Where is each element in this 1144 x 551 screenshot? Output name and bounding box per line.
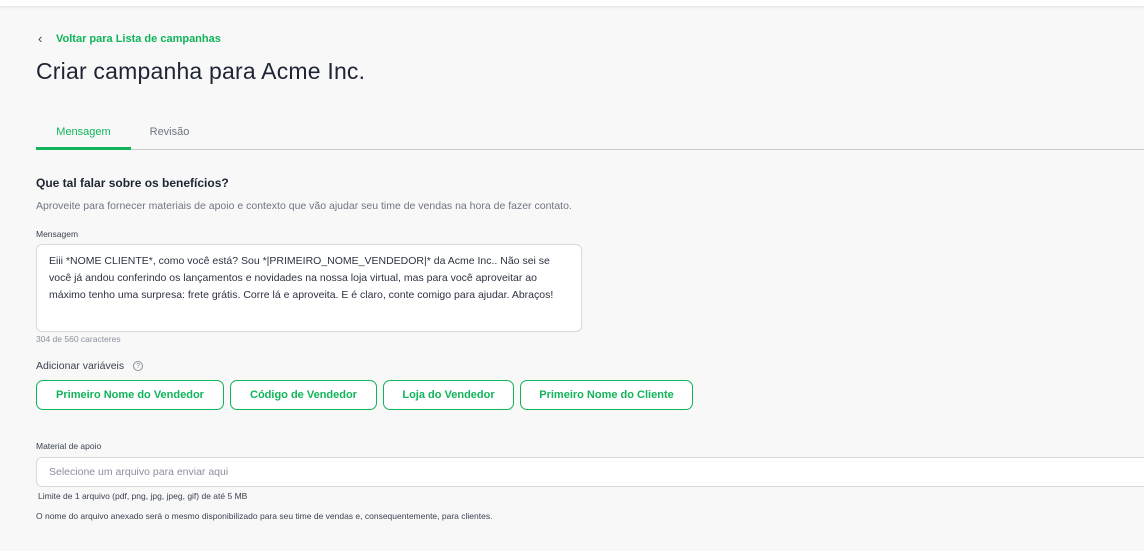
tab-mensagem-label: Mensagem bbox=[56, 126, 111, 138]
add-variables-label: Adicionar variáveis ? bbox=[36, 360, 144, 372]
file-upload-input[interactable]: Selecione um arquivo para enviar aqui bbox=[36, 457, 1144, 487]
variable-chip-seller-first-name[interactable]: Primeiro Nome do Vendedor bbox=[36, 380, 224, 410]
message-textarea[interactable]: Eiii *NOME CLIENTE*, como você está? Sou… bbox=[36, 244, 582, 332]
tab-mensagem[interactable]: Mensagem bbox=[36, 118, 131, 150]
add-variables-text: Adicionar variáveis bbox=[36, 360, 125, 372]
file-upload-placeholder: Selecione um arquivo para enviar aqui bbox=[49, 466, 229, 478]
tab-revisao[interactable]: Revisão bbox=[136, 118, 203, 149]
variable-chip-seller-store[interactable]: Loja do Vendedor bbox=[383, 380, 514, 410]
section-subtitle: Aproveite para fornecer materiais de apo… bbox=[36, 200, 572, 212]
section-title: Que tal falar sobre os benefícios? bbox=[36, 176, 229, 190]
file-name-note: O nome do arquivo anexado será o mesmo d… bbox=[36, 511, 493, 521]
top-bar bbox=[0, 0, 1144, 6]
back-link-label: Voltar para Lista de campanhas bbox=[56, 32, 221, 45]
tab-bar: Mensagem Revisão bbox=[36, 118, 1144, 150]
tab-revisao-label: Revisão bbox=[149, 126, 190, 138]
variable-chip-client-first-name[interactable]: Primeiro Nome do Cliente bbox=[520, 380, 693, 410]
file-limit-hint: Limite de 1 arquivo (pdf, png, jpg, jpeg… bbox=[38, 491, 248, 501]
variable-chip-seller-code[interactable]: Código de Vendedor bbox=[230, 380, 377, 410]
character-counter: 304 de 560 caracteres bbox=[36, 334, 121, 344]
message-label: Mensagem bbox=[36, 229, 79, 239]
chevron-left-icon: ‹ bbox=[38, 31, 43, 46]
back-to-campaign-list-link[interactable]: ‹ Voltar para Lista de campanhas bbox=[38, 31, 221, 46]
page-title: Criar campanha para Acme Inc. bbox=[36, 58, 366, 84]
support-material-label: Material de apoio bbox=[36, 441, 102, 451]
question-circle-icon[interactable]: ? bbox=[133, 361, 144, 371]
